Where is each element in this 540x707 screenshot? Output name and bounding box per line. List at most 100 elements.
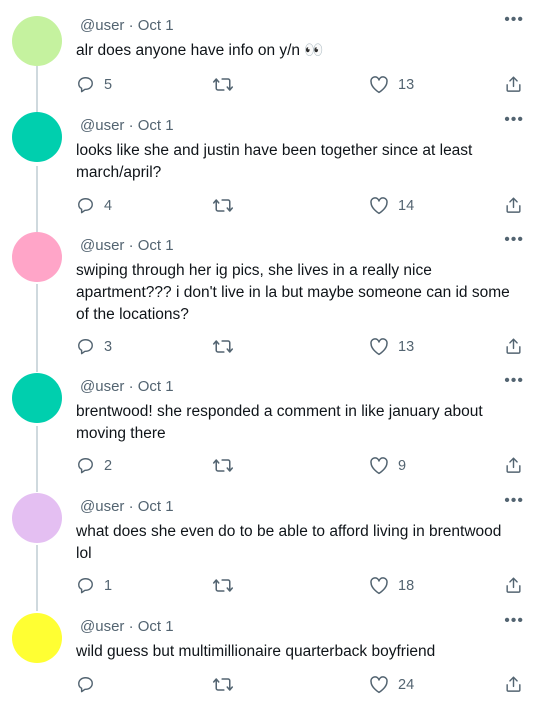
- tweet[interactable]: @user · Oct 1 ••• looks like she and jus…: [0, 111, 540, 226]
- avatar[interactable]: [12, 112, 62, 162]
- avatar[interactable]: [12, 373, 62, 423]
- reply-button[interactable]: [76, 675, 104, 694]
- dot-separator: ·: [128, 378, 134, 395]
- retweet-icon: [212, 678, 234, 691]
- like-count: 14: [398, 197, 415, 214]
- heart-icon: [370, 457, 388, 475]
- like-button[interactable]: 13: [369, 75, 414, 94]
- reply-count: 3: [104, 338, 113, 355]
- dot-separator: ·: [128, 498, 134, 515]
- reply-button[interactable]: 5: [76, 75, 112, 94]
- share-icon: [506, 76, 521, 92]
- reply-icon: [78, 77, 93, 93]
- tweet-text: swiping through her ig pics, she lives i…: [76, 262, 510, 323]
- user-handle[interactable]: @user: [80, 17, 124, 34]
- retweet-icon: [212, 459, 234, 472]
- tweet-header: @user · Oct 1: [80, 16, 174, 36]
- more-options-button[interactable]: •••: [504, 611, 524, 631]
- user-handle[interactable]: @user: [80, 618, 124, 635]
- dot-separator: ·: [128, 117, 134, 134]
- more-options-button[interactable]: •••: [504, 110, 524, 130]
- retweet-icon: [212, 199, 234, 212]
- avatar[interactable]: [12, 613, 62, 663]
- heart-icon: [370, 577, 388, 595]
- dot-separator: ·: [128, 17, 134, 34]
- like-button[interactable]: 14: [369, 196, 414, 215]
- tweet[interactable]: @user · Oct 1 ••• alr does anyone have i…: [0, 11, 540, 106]
- more-options-button[interactable]: •••: [504, 371, 524, 391]
- retweet-button[interactable]: [212, 675, 243, 694]
- share-button[interactable]: [504, 336, 523, 356]
- share-icon: [506, 676, 521, 692]
- like-count: 13: [398, 338, 415, 355]
- retweet-icon: [212, 340, 234, 353]
- heart-icon: [370, 76, 388, 94]
- tweet-date[interactable]: Oct 1: [138, 498, 174, 515]
- reply-count: 2: [104, 457, 113, 474]
- tweet-header: @user · Oct 1: [80, 497, 174, 517]
- like-count: 18: [398, 577, 415, 594]
- reply-button[interactable]: 2: [76, 456, 112, 475]
- retweet-icon: [212, 579, 234, 592]
- share-button[interactable]: [504, 674, 523, 694]
- tweet-text: what does she even do to be able to affo…: [76, 523, 502, 562]
- tweet-header: @user · Oct 1: [80, 617, 174, 637]
- reply-count: 5: [104, 76, 113, 93]
- tweet-date[interactable]: Oct 1: [138, 618, 174, 635]
- user-handle[interactable]: @user: [80, 498, 124, 515]
- share-button[interactable]: [504, 575, 523, 595]
- tweet-date[interactable]: Oct 1: [138, 378, 174, 395]
- user-handle[interactable]: @user: [80, 237, 124, 254]
- reply-count: 4: [104, 197, 113, 214]
- reply-icon: [78, 578, 93, 594]
- retweet-button[interactable]: [212, 576, 243, 595]
- user-handle[interactable]: @user: [80, 378, 124, 395]
- reply-button[interactable]: 1: [76, 576, 112, 595]
- heart-icon: [370, 676, 388, 694]
- tweet[interactable]: @user · Oct 1 ••• brentwood! she respond…: [0, 372, 540, 487]
- share-icon: [506, 457, 521, 473]
- tweet-date[interactable]: Oct 1: [138, 237, 174, 254]
- retweet-button[interactable]: [212, 456, 243, 475]
- like-button[interactable]: 9: [369, 456, 406, 475]
- reply-icon: [78, 458, 93, 474]
- tweet-date[interactable]: Oct 1: [138, 17, 174, 34]
- retweet-button[interactable]: [212, 337, 243, 356]
- user-handle[interactable]: @user: [80, 117, 124, 134]
- share-icon: [506, 197, 521, 213]
- share-button[interactable]: [504, 195, 523, 215]
- like-button[interactable]: 24: [369, 675, 414, 694]
- dot-separator: ·: [128, 237, 134, 254]
- tweet[interactable]: @user · Oct 1 ••• wild guess but multimi…: [0, 612, 540, 705]
- heart-icon: [370, 197, 388, 215]
- share-button[interactable]: [504, 455, 523, 475]
- retweet-button[interactable]: [212, 196, 243, 215]
- retweet-button[interactable]: [212, 75, 243, 94]
- share-button[interactable]: [504, 74, 523, 94]
- tweet[interactable]: @user · Oct 1 ••• what does she even do …: [0, 492, 540, 607]
- like-count: 9: [398, 457, 407, 474]
- share-icon: [506, 577, 521, 593]
- tweet-text: alr does anyone have info on y/n 👀: [76, 42, 324, 59]
- reply-button[interactable]: 4: [76, 196, 112, 215]
- tweet[interactable]: @user · Oct 1 ••• swiping through her ig…: [0, 231, 540, 366]
- reply-button[interactable]: 3: [76, 337, 112, 356]
- reply-icon: [78, 198, 93, 214]
- like-count: 13: [398, 76, 415, 93]
- like-count: 24: [398, 676, 415, 693]
- tweet-header: @user · Oct 1: [80, 236, 174, 256]
- avatar[interactable]: [12, 16, 62, 66]
- avatar[interactable]: [12, 232, 62, 282]
- like-button[interactable]: 13: [369, 337, 414, 356]
- tweet-date[interactable]: Oct 1: [138, 117, 174, 134]
- tweet-text: wild guess but multimillionaire quarterb…: [76, 643, 436, 660]
- more-options-button[interactable]: •••: [504, 10, 524, 30]
- tweet-text: looks like she and justin have been toge…: [76, 142, 473, 181]
- more-options-button[interactable]: •••: [504, 491, 524, 511]
- avatar[interactable]: [12, 493, 62, 543]
- more-options-button[interactable]: •••: [504, 230, 524, 250]
- tweet-header: @user · Oct 1: [80, 116, 174, 136]
- tweet-text: brentwood! she responded a comment in li…: [76, 403, 483, 442]
- retweet-icon: [212, 78, 234, 91]
- like-button[interactable]: 18: [369, 576, 414, 595]
